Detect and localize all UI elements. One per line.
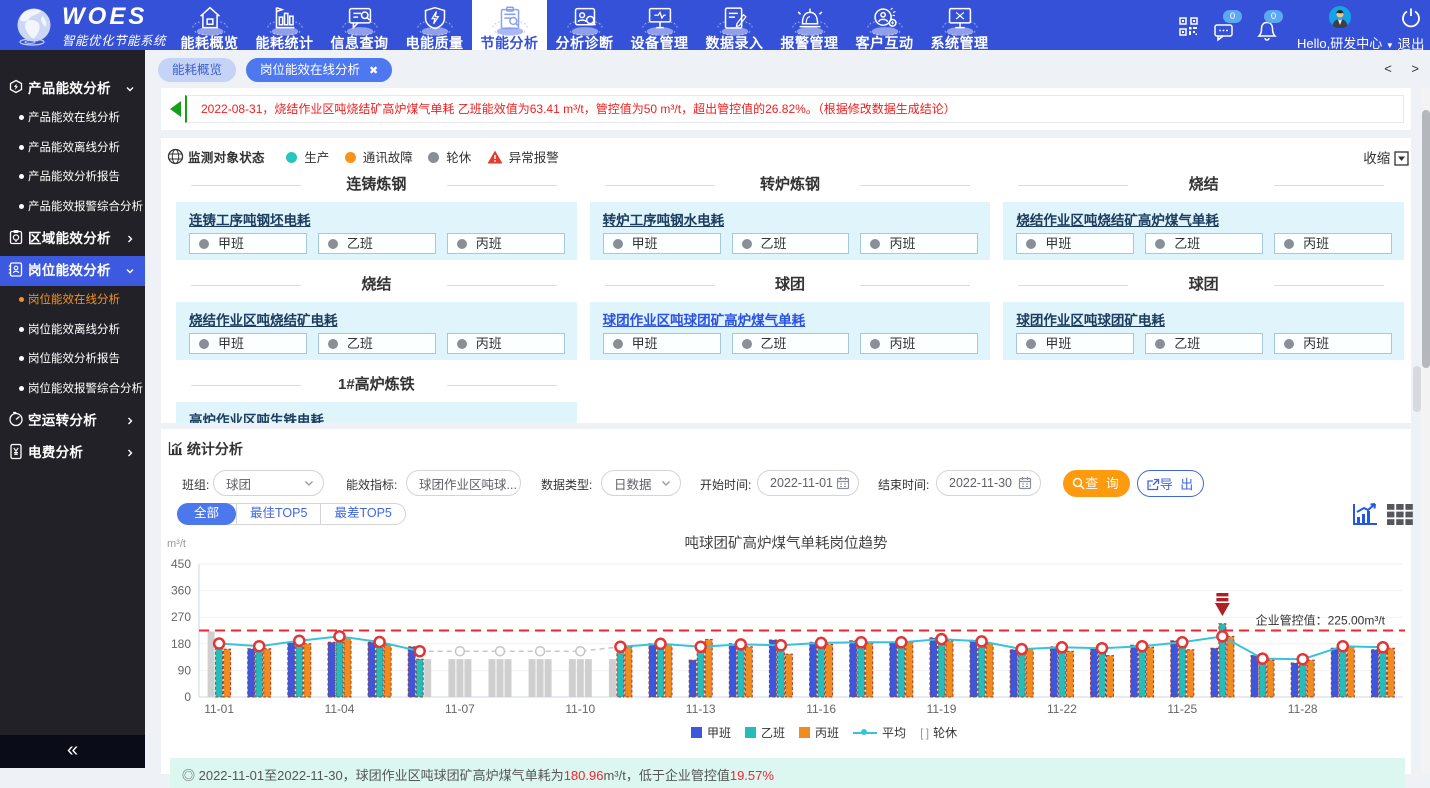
svg-text:450: 450 bbox=[171, 557, 191, 571]
svg-text:11-13: 11-13 bbox=[686, 702, 716, 716]
svg-text:11-25: 11-25 bbox=[1167, 702, 1197, 716]
svg-text:11-22: 11-22 bbox=[1047, 702, 1077, 716]
svg-text:11-19: 11-19 bbox=[927, 702, 957, 716]
svg-text:0: 0 bbox=[184, 690, 191, 704]
svg-text:x: x bbox=[1149, 483, 1153, 488]
svg-text:企业管控值：225.00m³/t: 企业管控值：225.00m³/t bbox=[1256, 613, 1386, 628]
svg-text:11-07: 11-07 bbox=[445, 702, 475, 716]
svg-text:270: 270 bbox=[171, 610, 191, 624]
svg-text:360: 360 bbox=[171, 584, 191, 598]
svg-text:180: 180 bbox=[171, 637, 191, 651]
svg-text:11-10: 11-10 bbox=[565, 702, 595, 716]
svg-text:11-16: 11-16 bbox=[806, 702, 836, 716]
svg-text:90: 90 bbox=[178, 663, 192, 677]
svg-text:11-04: 11-04 bbox=[325, 702, 355, 716]
svg-text:11-01: 11-01 bbox=[204, 702, 234, 716]
svg-text:11-28: 11-28 bbox=[1288, 702, 1318, 716]
